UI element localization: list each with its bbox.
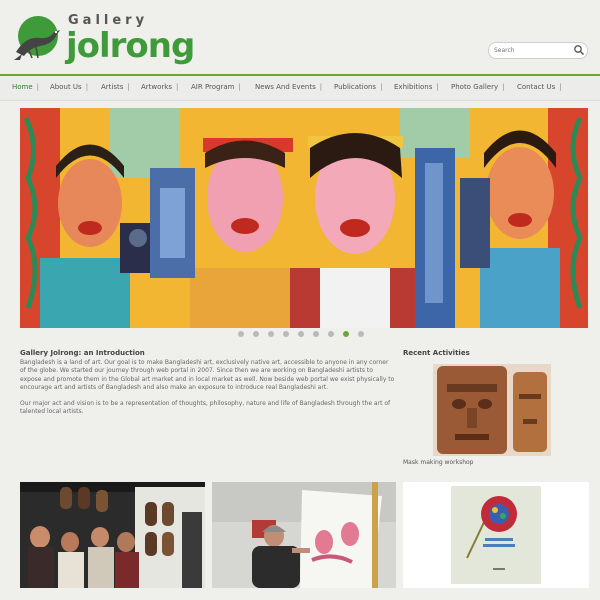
- gallery-thumbnail[interactable]: [20, 482, 205, 588]
- nav-separator: |: [319, 83, 323, 91]
- slider-dot[interactable]: [313, 331, 319, 337]
- nav-item-home[interactable]: Home |: [12, 83, 39, 91]
- nav-separator: |: [436, 83, 439, 91]
- intro-paragraph: Our major act and vision is to be a repr…: [20, 400, 391, 416]
- recent-activities-title: Recent Activities: [403, 349, 470, 357]
- main-nav: Home | About Us | Artists | Artworks | AIR P…: [0, 74, 600, 101]
- slider-dot-active[interactable]: [343, 331, 349, 337]
- nav-item-news-and-events[interactable]: News And Events |: [255, 83, 322, 91]
- nav-item-exhibitions[interactable]: Exhibitions |: [394, 83, 439, 91]
- nav-item-contact-us[interactable]: Contact Us |: [517, 83, 562, 91]
- nav-item-artists[interactable]: Artists |: [101, 83, 130, 91]
- book-cover-image: [403, 482, 589, 588]
- site-logo[interactable]: Gallery jolrong: [10, 8, 195, 70]
- slider-dot[interactable]: [298, 331, 304, 337]
- recent-activity-caption[interactable]: Mask making workshop: [403, 459, 473, 466]
- slider-dot[interactable]: [268, 331, 274, 337]
- nav-label: Publications: [334, 83, 377, 91]
- painting-photo: [212, 482, 396, 588]
- nav-separator: |: [238, 83, 241, 91]
- intro-title: Gallery Jolrong: an Introduction: [20, 349, 145, 357]
- search-input[interactable]: [494, 44, 568, 57]
- nav-separator: |: [559, 83, 562, 91]
- nav-label: News And Events: [255, 83, 316, 91]
- recent-activities: Recent Activities Mask making workshop: [403, 349, 589, 474]
- nav-separator: |: [380, 83, 383, 91]
- nav-item-photo-gallery[interactable]: Photo Gallery |: [451, 83, 504, 91]
- nav-label: AIR Program: [191, 83, 235, 91]
- nav-separator: |: [36, 83, 40, 91]
- nav-item-artworks[interactable]: Artworks |: [141, 83, 178, 91]
- gallery-thumbnail[interactable]: [403, 482, 589, 588]
- logo-text-main: jolrong: [66, 26, 195, 66]
- nav-label: Home: [12, 83, 33, 91]
- mask-photo: [433, 364, 551, 456]
- site-header: Gallery jolrong: [0, 0, 600, 72]
- nav-label: Artworks: [141, 83, 172, 91]
- slider-dot[interactable]: [253, 331, 259, 337]
- nav-label: Contact Us: [517, 83, 556, 91]
- intro-section: Gallery Jolrong: an Introduction Banglad…: [20, 349, 395, 425]
- slider-dot[interactable]: [283, 331, 289, 337]
- nav-separator: |: [85, 83, 89, 91]
- nav-label: Photo Gallery: [451, 83, 499, 91]
- bird-logo-icon: [14, 16, 60, 60]
- slider-dot[interactable]: [358, 331, 364, 337]
- nav-item-about-us[interactable]: About Us |: [50, 83, 88, 91]
- nav-separator: |: [127, 83, 130, 91]
- hero-slider[interactable]: [20, 108, 588, 328]
- intro-paragraph: Bangladesh is a land of art. Our goal is…: [20, 359, 395, 391]
- nav-label: Artists: [101, 83, 124, 91]
- nav-separator: |: [176, 83, 179, 91]
- nav-item-air-program[interactable]: AIR Program |: [191, 83, 241, 91]
- slider-dot[interactable]: [328, 331, 334, 337]
- search-icon[interactable]: [573, 44, 585, 56]
- search-box: [488, 42, 588, 59]
- recent-activity-image[interactable]: [433, 364, 551, 456]
- nav-label: Exhibitions: [394, 83, 433, 91]
- exhibition-photo: [20, 482, 205, 588]
- gallery-thumbnail[interactable]: [212, 482, 396, 588]
- slider-dot[interactable]: [238, 331, 244, 337]
- nav-item-publications[interactable]: Publications |: [334, 83, 382, 91]
- nav-label: About Us: [50, 83, 82, 91]
- slider-pagination: [0, 331, 600, 341]
- hero-painting-image: [20, 108, 588, 328]
- nav-separator: |: [502, 83, 505, 91]
